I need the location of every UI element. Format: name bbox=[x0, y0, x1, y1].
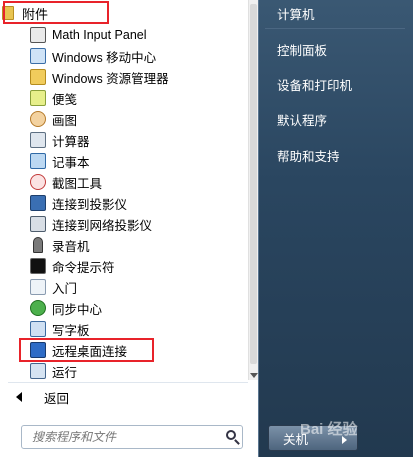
menu-item-math-input-panel[interactable]: Math Input Panel bbox=[30, 24, 248, 46]
scrollbar-thumb[interactable] bbox=[250, 4, 257, 364]
menu-item-calculator[interactable]: 计算器 bbox=[30, 129, 248, 151]
menu-item-snipping-tool[interactable]: 截图工具 bbox=[30, 171, 248, 193]
right-divider bbox=[265, 28, 405, 29]
link-default-programs[interactable]: 默认程序 bbox=[277, 110, 327, 129]
command-prompt-icon bbox=[30, 258, 46, 274]
projector-icon bbox=[30, 195, 46, 211]
explorer-folder-icon bbox=[30, 69, 46, 85]
calculator-icon bbox=[30, 132, 46, 148]
list-divider bbox=[8, 382, 248, 383]
search-icon[interactable] bbox=[226, 430, 236, 440]
getting-started-icon bbox=[30, 279, 46, 295]
menu-item-explorer[interactable]: Windows 资源管理器 bbox=[30, 66, 248, 88]
back-arrow-icon bbox=[16, 392, 22, 402]
network-projector-icon bbox=[30, 216, 46, 232]
link-control-panel[interactable]: 控制面板 bbox=[277, 40, 327, 59]
snipping-tool-icon bbox=[30, 174, 46, 190]
scroll-down-arrow-icon[interactable] bbox=[250, 373, 258, 378]
sync-center-icon bbox=[30, 300, 46, 316]
menu-item-run[interactable]: 运行 bbox=[30, 360, 248, 382]
run-icon bbox=[30, 363, 46, 379]
menu-item-command-prompt[interactable]: 命令提示符 bbox=[30, 255, 248, 277]
paint-icon bbox=[30, 111, 46, 127]
programs-pane: 附件 Math Input Panel Windows 移动中心 Windows… bbox=[0, 0, 258, 457]
highlight-box-accessories bbox=[3, 1, 109, 24]
menu-item-network-projector[interactable]: 连接到网络投影仪 bbox=[30, 213, 248, 235]
sound-recorder-icon bbox=[33, 237, 43, 253]
wordpad-icon bbox=[30, 321, 46, 337]
sticky-notes-icon bbox=[30, 90, 46, 106]
watermark: Bai 经验 bbox=[300, 421, 358, 438]
mobility-center-icon bbox=[30, 48, 46, 64]
menu-item-sync-center[interactable]: 同步中心 bbox=[30, 297, 248, 319]
math-input-icon bbox=[30, 27, 46, 43]
search-box[interactable] bbox=[21, 425, 243, 449]
menu-item-sticky-notes[interactable]: 便笺 bbox=[30, 87, 248, 109]
search-input[interactable] bbox=[30, 429, 224, 445]
menu-item-notepad[interactable]: 记事本 bbox=[30, 150, 248, 172]
link-computer[interactable]: 计算机 bbox=[277, 4, 315, 23]
right-pane: 计算机 控制面板 设备和打印机 默认程序 帮助和支持 bbox=[258, 0, 413, 457]
notepad-icon bbox=[30, 153, 46, 169]
menu-item-getting-started[interactable]: 入门 bbox=[30, 276, 248, 298]
programs-scrollbar[interactable] bbox=[248, 0, 258, 380]
menu-item-paint[interactable]: 画图 bbox=[30, 108, 248, 130]
highlight-box-remote-desktop bbox=[19, 338, 154, 362]
menu-item-sound-recorder[interactable]: 录音机 bbox=[30, 234, 248, 256]
menu-item-mobility-center[interactable]: Windows 移动中心 bbox=[30, 45, 248, 67]
link-devices-printers[interactable]: 设备和打印机 bbox=[277, 75, 352, 94]
link-help-support[interactable]: 帮助和支持 bbox=[277, 146, 340, 165]
programs-list: 附件 Math Input Panel Windows 移动中心 Windows… bbox=[0, 0, 248, 380]
menu-item-wordpad[interactable]: 写字板 bbox=[30, 318, 248, 340]
menu-item-projector[interactable]: 连接到投影仪 bbox=[30, 192, 248, 214]
back-button[interactable]: 返回 bbox=[0, 386, 248, 408]
